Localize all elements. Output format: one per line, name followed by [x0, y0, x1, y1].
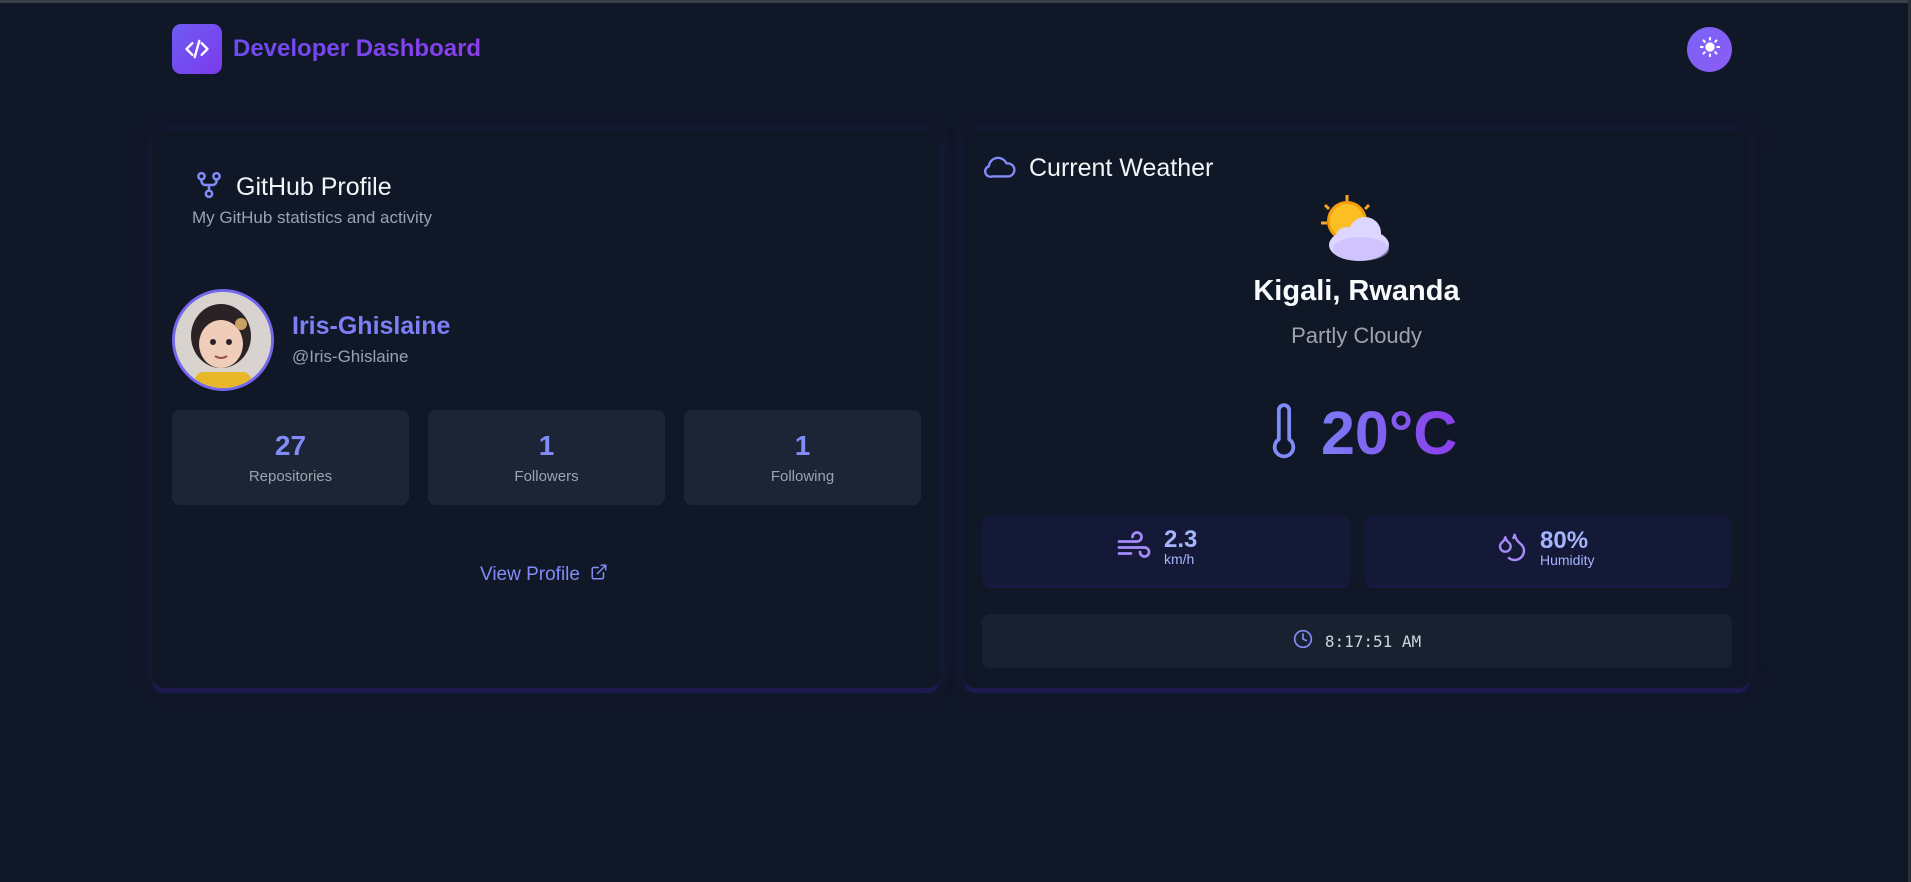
github-user-name: Iris-Ghislaine — [292, 312, 451, 340]
partly-cloudy-icon — [1319, 193, 1395, 270]
theme-toggle-button[interactable] — [1687, 27, 1732, 72]
clock-icon — [1293, 629, 1313, 654]
avatar — [172, 289, 274, 391]
app-title: Developer Dashboard — [233, 35, 482, 62]
stat-repositories: 27 Repositories — [172, 410, 409, 505]
weather-card-header: Current Weather — [983, 152, 1213, 185]
current-time: 8:17:51 AM — [1324, 631, 1422, 651]
cloud-icon — [983, 152, 1017, 185]
github-card-subtitle: My GitHub statistics and activity — [192, 208, 432, 227]
view-profile-label: View Profile — [480, 564, 580, 585]
wind-unit: km/h — [1164, 551, 1195, 567]
github-card-title: GitHub Profile — [236, 173, 392, 201]
weather-condition: Partly Cloudy — [1291, 323, 1422, 348]
external-link-icon — [590, 563, 608, 587]
weather-card-title: Current Weather — [1029, 154, 1214, 182]
humidity-value: 80% — [1540, 526, 1589, 554]
view-profile-link[interactable]: View Profile — [480, 563, 608, 587]
humidity-label: Humidity — [1540, 551, 1595, 568]
stat-value: 27 — [274, 430, 307, 461]
stat-value: 1 — [794, 430, 811, 461]
github-card-header: GitHub Profile — [194, 170, 392, 205]
code-icon — [172, 24, 222, 74]
wind-value: 2.3 — [1164, 526, 1198, 553]
stat-label: Followers — [514, 468, 579, 485]
weather-card: Current Weather Kigali, Rwanda Partly Cl… — [963, 130, 1750, 688]
stat-following: 1 Following — [684, 410, 921, 505]
temperature-value: 20°C — [1321, 399, 1458, 467]
git-fork-icon — [194, 170, 224, 205]
weather-city: Kigali, Rwanda — [1253, 275, 1460, 307]
wind-box: 2.3 km/h — [982, 515, 1350, 585]
thermometer-icon — [1269, 402, 1299, 465]
sun-icon — [1699, 36, 1721, 63]
brand: Developer Dashboard — [172, 24, 481, 74]
stat-value: 1 — [538, 430, 555, 461]
humidity-box: 80% Humidity — [1364, 515, 1732, 585]
time-bar: 8:17:51 AM — [982, 614, 1732, 668]
github-profile-card: GitHub Profile My GitHub statistics and … — [152, 130, 940, 688]
window-top-border — [0, 0, 1911, 3]
temperature-row: 20°C — [1269, 398, 1457, 468]
stat-followers: 1 Followers — [428, 410, 665, 505]
stat-label: Following — [770, 468, 835, 485]
stat-label: Repositories — [248, 468, 333, 485]
wind-icon — [1116, 530, 1152, 567]
github-user-handle: @Iris-Ghislaine — [292, 347, 409, 366]
droplets-icon — [1496, 529, 1528, 568]
